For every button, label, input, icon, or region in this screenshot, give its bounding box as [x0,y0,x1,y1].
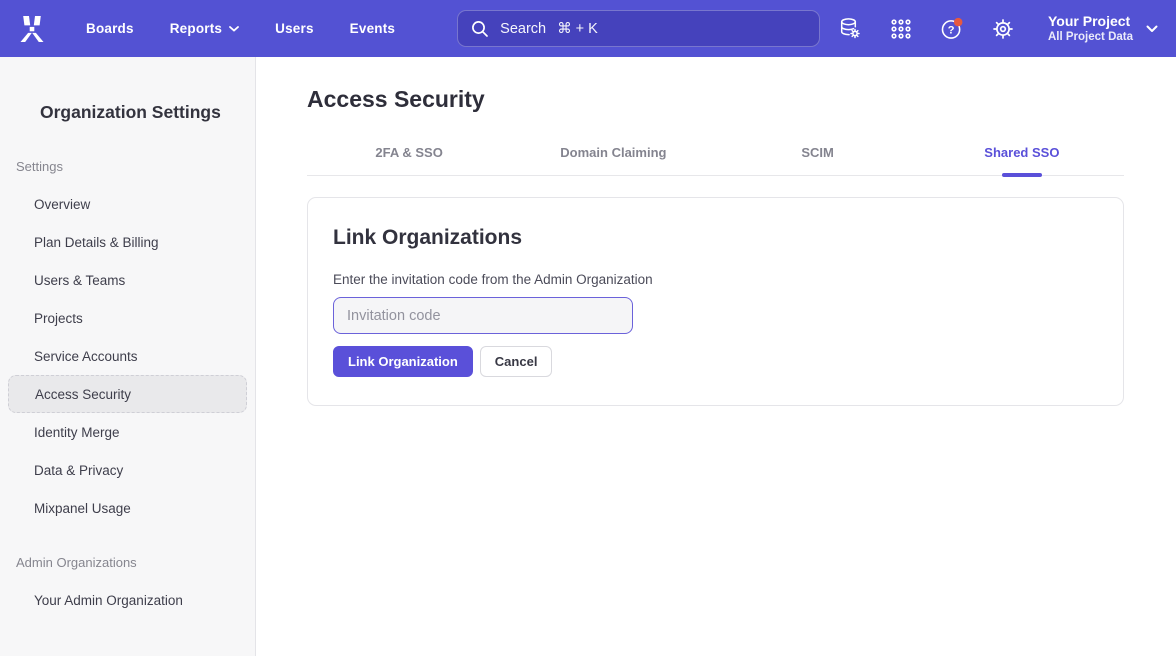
tab-2fa-sso[interactable]: 2FA & SSO [307,134,511,175]
top-navbar: Boards Reports Users Events Search ⌘ + K [0,0,1176,57]
sidebar-item-users-teams[interactable]: Users & Teams [0,261,255,299]
tab-label: Shared SSO [984,145,1059,160]
card-title: Link Organizations [333,225,1098,251]
sidebar-item-mixpanel-usage[interactable]: Mixpanel Usage [0,489,255,527]
nav-item-reports[interactable]: Reports [170,21,239,36]
sidebar-item-plan-details-billing[interactable]: Plan Details & Billing [0,223,255,261]
sidebar-item-label: Mixpanel Usage [34,501,131,516]
sidebar-item-data-privacy[interactable]: Data & Privacy [0,451,255,489]
global-search-input[interactable]: Search ⌘ + K [457,10,820,47]
nav-item-events[interactable]: Events [350,21,395,36]
project-data-scope: All Project Data [1048,30,1133,44]
data-management-icon[interactable] [838,16,862,42]
sidebar-item-your-admin-organization[interactable]: Your Admin Organization [0,581,255,619]
section-header-settings: Settings [16,159,255,175]
sidebar-item-label: Identity Merge [34,425,120,440]
apps-grid-icon[interactable] [889,16,913,42]
nav-item-label: Reports [170,21,222,36]
mixpanel-logo-icon[interactable] [18,15,48,42]
tab-label: Domain Claiming [560,145,666,160]
settings-sidebar: Organization Settings Settings Overview … [0,57,256,656]
nav-item-boards[interactable]: Boards [86,21,134,36]
search-icon [471,20,489,38]
link-organizations-card: Link Organizations Enter the invitation … [307,197,1124,406]
card-actions: Link Organization Cancel [333,346,1098,377]
sidebar-item-access-security[interactable]: Access Security [8,375,247,413]
sidebar-item-label: Service Accounts [34,349,138,364]
sidebar-item-label: Data & Privacy [34,463,123,478]
tab-scim[interactable]: SCIM [716,134,920,175]
section-header-admin-organizations: Admin Organizations [16,555,255,571]
invitation-code-label: Enter the invitation code from the Admin… [333,271,1098,288]
primary-nav: Boards Reports Users Events [86,21,395,36]
help-icon[interactable]: ? [940,16,964,42]
svg-text:?: ? [948,24,955,36]
nav-item-users[interactable]: Users [275,21,314,36]
page-title: Access Security [307,82,1124,116]
tab-label: 2FA & SSO [375,145,442,160]
access-security-tabs: 2FA & SSO Domain Claiming SCIM Shared SS… [307,134,1124,176]
settings-gear-icon[interactable] [991,16,1015,42]
search-shortcut: ⌘ + K [557,21,598,37]
sidebar-item-label: Plan Details & Billing [34,235,159,250]
nav-item-label: Events [350,21,395,36]
sidebar-item-label: Access Security [35,387,131,402]
chevron-down-icon [1146,25,1158,33]
notification-dot [954,17,962,25]
tab-domain-claiming[interactable]: Domain Claiming [511,134,715,175]
main-content: Access Security 2FA & SSO Domain Claimin… [256,57,1176,656]
invitation-code-input[interactable] [333,297,633,334]
navbar-right-cluster: ? Your Pr [838,13,1158,45]
tab-shared-sso[interactable]: Shared SSO [920,134,1124,175]
sidebar-item-projects[interactable]: Projects [0,299,255,337]
sidebar-item-identity-merge[interactable]: Identity Merge [0,413,255,451]
sidebar-title: Organization Settings [40,103,255,121]
tab-label: SCIM [801,145,834,160]
nav-item-label: Users [275,21,314,36]
chevron-down-icon [229,26,239,32]
sidebar-item-label: Your Admin Organization [34,593,183,608]
sidebar-item-label: Overview [34,197,90,212]
project-name: Your Project [1048,13,1133,31]
sidebar-item-overview[interactable]: Overview [0,185,255,223]
nav-item-label: Boards [86,21,134,36]
search-label: Search [500,21,546,37]
sidebar-item-label: Users & Teams [34,273,125,288]
link-organization-button[interactable]: Link Organization [333,346,473,377]
cancel-button[interactable]: Cancel [480,346,553,377]
sidebar-item-label: Projects [34,311,83,326]
project-selector[interactable]: Your Project All Project Data [1048,13,1158,45]
sidebar-item-service-accounts[interactable]: Service Accounts [0,337,255,375]
